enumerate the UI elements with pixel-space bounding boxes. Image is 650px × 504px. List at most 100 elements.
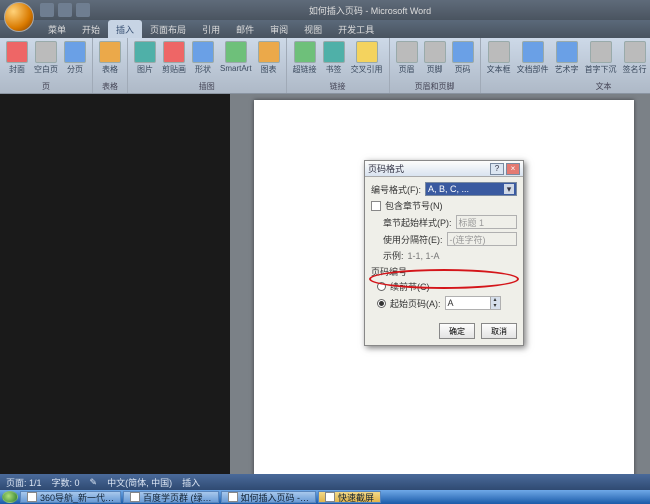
ribbon-label: 形状 (195, 64, 211, 75)
ribbon-文档部件[interactable]: 文档部件 (515, 40, 551, 81)
ribbon-签名行[interactable]: 签名行 (621, 40, 649, 81)
number-format-select[interactable]: A, B, C, ... ▾ (425, 182, 517, 196)
page-numbering-header: 页码编号 (371, 265, 517, 278)
app-icon (27, 492, 37, 502)
ribbon-封面[interactable]: 封面 (4, 40, 30, 81)
ribbon-label: 页眉 (399, 64, 415, 75)
menu-prefix: 菜单 (40, 20, 74, 38)
tab-审阅[interactable]: 审阅 (262, 20, 296, 38)
文档部件-icon (522, 41, 544, 63)
page-number-format-dialog: 页码格式 ? × 编号格式(F): A, B, C, ... ▾ 包含章节号(N… (364, 160, 524, 346)
ribbon-group-链接: 超链接书签交叉引用链接 (287, 38, 390, 93)
example-label: 示例: (383, 249, 404, 262)
tab-插入[interactable]: 插入 (108, 20, 142, 38)
status-page[interactable]: 页面: 1/1 (6, 476, 42, 489)
ribbon-group-页眉和页脚: 页眉页脚页码页眉和页脚 (390, 38, 481, 93)
ribbon-书签[interactable]: 书签 (321, 40, 347, 81)
表格-icon (99, 41, 121, 63)
start-at-value: A (446, 298, 490, 308)
签名行-icon (624, 41, 646, 63)
ribbon-页眉[interactable]: 页眉 (394, 40, 420, 81)
ribbon-表格[interactable]: 表格 (97, 40, 123, 81)
qat-save-icon[interactable] (40, 3, 54, 17)
windows-taskbar: 360导航_新一代… 百度学页群 (绿…如何插入页码 -…快速截屏 (0, 490, 650, 504)
number-format-label: 编号格式(F): (371, 183, 421, 196)
ribbon-SmartArt[interactable]: SmartArt (218, 40, 254, 81)
example-value: 1-1, 1-A (408, 251, 440, 261)
tab-页面布局[interactable]: 页面布局 (142, 20, 194, 38)
dialog-title: 页码格式 (368, 162, 488, 175)
ribbon-空白页[interactable]: 空白页 (32, 40, 60, 81)
taskbar-item[interactable]: 360导航_新一代… (20, 491, 121, 503)
ribbon-形状[interactable]: 形状 (190, 40, 216, 81)
dialog-titlebar: 页码格式 ? × (365, 161, 523, 177)
页脚-icon (424, 41, 446, 63)
ribbon-label: SmartArt (220, 64, 252, 73)
ribbon-文本框[interactable]: 文本框 (485, 40, 513, 81)
start-at-label: 起始页码(A): (390, 297, 441, 310)
ribbon-图表[interactable]: 图表 (256, 40, 282, 81)
tab-引用[interactable]: 引用 (194, 20, 228, 38)
group-label: 链接 (291, 81, 385, 93)
ribbon-分页[interactable]: 分页 (62, 40, 88, 81)
ribbon-剪贴画[interactable]: 剪贴画 (160, 40, 188, 81)
group-label: 文本 (485, 81, 650, 93)
include-chapter-checkbox[interactable] (371, 201, 381, 211)
ribbon-label: 图表 (261, 64, 277, 75)
start-button[interactable] (2, 491, 18, 503)
help-icon[interactable]: ? (490, 163, 504, 175)
tab-邮件[interactable]: 邮件 (228, 20, 262, 38)
超链接-icon (294, 41, 316, 63)
ribbon-图片[interactable]: 图片 (132, 40, 158, 81)
ribbon-交叉引用[interactable]: 交叉引用 (349, 40, 385, 81)
ribbon-label: 页码 (455, 64, 471, 75)
封面-icon (6, 41, 28, 63)
qat-undo-icon[interactable] (58, 3, 72, 17)
cancel-button[interactable]: 取消 (481, 323, 517, 339)
ribbon-超链接[interactable]: 超链接 (291, 40, 319, 81)
status-mode[interactable]: 插入 (182, 476, 200, 489)
ribbon-label: 文本框 (487, 64, 511, 75)
ribbon: 封面空白页分页页表格表格图片剪贴画形状SmartArt图表插图超链接书签交叉引用… (0, 38, 650, 94)
ribbon-label: 分页 (67, 64, 83, 75)
taskbar-label: 360导航_新一代… (40, 491, 114, 504)
tab-开发工具[interactable]: 开发工具 (330, 20, 382, 38)
qat-redo-icon[interactable] (76, 3, 90, 17)
include-chapter-label: 包含章节号(N) (385, 199, 443, 212)
ribbon-页码[interactable]: 页码 (450, 40, 476, 81)
group-label: 表格 (97, 81, 123, 93)
ribbon-label: 空白页 (34, 64, 58, 75)
spin-down-icon[interactable]: ▾ (490, 303, 500, 309)
office-button[interactable] (4, 2, 34, 32)
taskbar-item[interactable]: 快速截屏 (318, 491, 381, 503)
图表-icon (258, 41, 280, 63)
group-label: 插图 (132, 81, 282, 93)
ribbon-艺术字[interactable]: 艺术字 (553, 40, 581, 81)
ribbon-label: 文档部件 (517, 64, 549, 75)
ribbon-group-页: 封面空白页分页页 (0, 38, 93, 93)
separator-select: -(连字符) (447, 232, 518, 246)
start-at-radio[interactable] (377, 299, 386, 308)
status-lang[interactable]: 中文(简体, 中国) (107, 476, 172, 489)
taskbar-item[interactable]: 百度学页群 (绿… (123, 491, 219, 503)
tab-视图[interactable]: 视图 (296, 20, 330, 38)
taskbar-item[interactable]: 如何插入页码 -… (221, 491, 317, 503)
ok-button[interactable]: 确定 (439, 323, 475, 339)
group-label: 页眉和页脚 (394, 81, 476, 93)
start-at-spinner[interactable]: A ▴▾ (445, 296, 501, 310)
tab-开始[interactable]: 开始 (74, 20, 108, 38)
close-icon[interactable]: × (506, 163, 520, 175)
app-icon (228, 492, 238, 502)
separator-label: 使用分隔符(E): (383, 233, 443, 246)
ribbon-label: 图片 (137, 64, 153, 75)
ribbon-group-文本: 文本框文档部件艺术字首字下沉签名行日期和时间对象文本 (481, 38, 650, 93)
chevron-down-icon: ▾ (504, 184, 514, 194)
ribbon-页脚[interactable]: 页脚 (422, 40, 448, 81)
ribbon-首字下沉[interactable]: 首字下沉 (583, 40, 619, 81)
chapter-style-label: 章节起始样式(P): (383, 216, 452, 229)
title-bar: 如何插入页码 - Microsoft Word (0, 0, 650, 20)
continue-previous-radio[interactable] (377, 282, 386, 291)
ribbon-group-插图: 图片剪贴画形状 SmartArt 图表插图 (128, 38, 287, 93)
status-words[interactable]: 字数: 0 (52, 476, 80, 489)
首字下沉-icon (590, 41, 612, 63)
